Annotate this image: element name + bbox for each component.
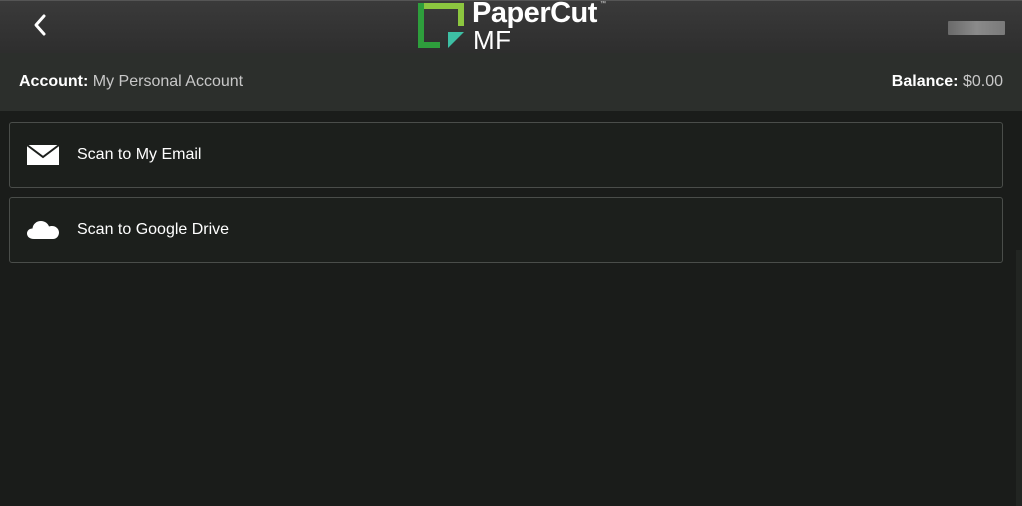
scrollbar[interactable] xyxy=(1016,250,1022,506)
scan-to-email-label: Scan to My Email xyxy=(77,146,202,163)
cloud-icon xyxy=(26,198,60,262)
account-label: Account: xyxy=(19,73,89,90)
papercut-logo-mark xyxy=(418,3,464,48)
logo-text-mf: MF xyxy=(473,25,512,55)
account-bar: Account: My Personal Account Balance: $0… xyxy=(0,53,1022,111)
balance-info: Balance: $0.00 xyxy=(892,73,1003,91)
chevron-left-icon xyxy=(34,14,46,36)
scan-to-email-button[interactable]: Scan to My Email xyxy=(9,122,1003,188)
scan-to-google-drive-button[interactable]: Scan to Google Drive xyxy=(9,197,1003,263)
user-name-indicator[interactable] xyxy=(948,21,1005,35)
top-bar: PaperCut ™ MF xyxy=(0,0,1022,55)
balance-value: $0.00 xyxy=(962,73,1003,90)
scan-to-google-drive-label: Scan to Google Drive xyxy=(77,221,230,238)
account-value: My Personal Account xyxy=(92,73,244,90)
back-button[interactable] xyxy=(22,7,58,43)
papercut-logo: PaperCut ™ MF xyxy=(414,0,614,55)
logo-trademark: ™ xyxy=(600,1,606,7)
envelope-icon xyxy=(26,123,60,187)
balance-label: Balance: xyxy=(891,73,959,90)
account-info: Account: My Personal Account xyxy=(19,73,243,91)
